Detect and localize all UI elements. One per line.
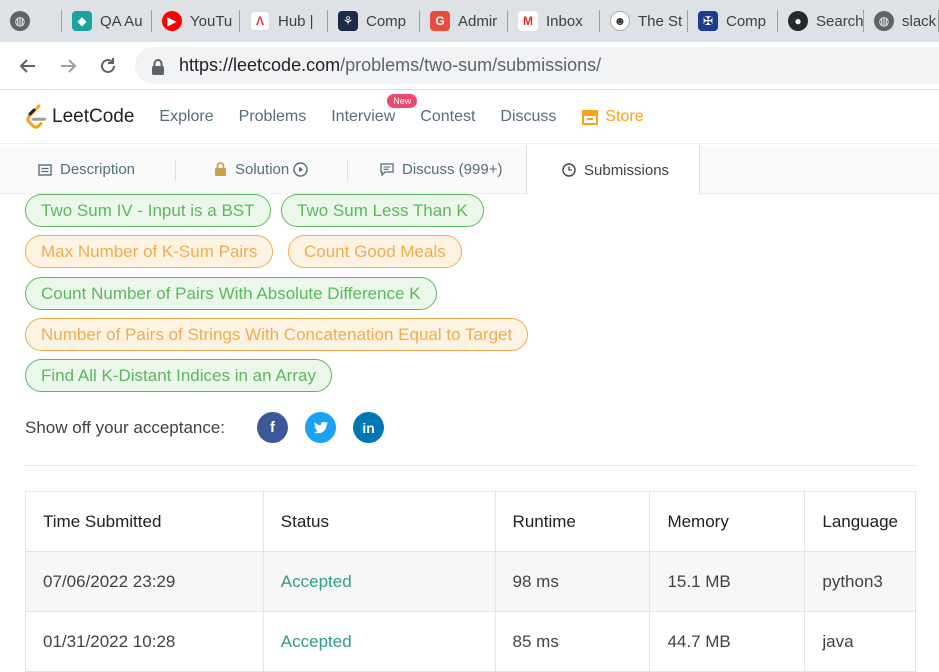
nav-store[interactable]: Store [581,107,644,126]
browser-tab-1[interactable]: ◆ QA Au [62,0,152,42]
similar-problem-chip[interactable]: Count Good Meals [288,235,462,268]
browser-tab-5[interactable]: G Admir [420,0,508,42]
browser-tab-0[interactable]: ◍ [0,0,62,42]
linkedin-icon[interactable]: in [353,412,385,443]
comment-icon [380,163,394,176]
status-cell[interactable]: Accepted [262,611,496,672]
tab-solution-label: Solution [235,161,290,178]
similar-problem-chip[interactable]: Number of Pairs of Strings With Concaten… [25,318,529,351]
gmail-icon: M [518,11,538,31]
twitter-icon[interactable] [305,412,337,443]
time-submitted-cell: 07/06/2022 23:29 [25,551,264,612]
lock-icon [151,58,165,75]
table-row: 01/31/2022 10:28 Accepted 85 ms 44.7 MB … [25,611,916,672]
play-circle-icon [293,162,308,177]
nav-explore[interactable]: Explore [159,108,213,126]
tab-description[interactable]: Description [38,145,135,194]
tab-discuss-label: Discuss (999+) [402,161,503,178]
browser-tab-6[interactable]: M Inbox [508,0,600,42]
clock-icon [562,163,576,177]
col-runtime[interactable]: Runtime [494,491,651,552]
col-language[interactable]: Language [804,491,916,552]
similar-problem-chip[interactable]: Count Number of Pairs With Absolute Diff… [25,277,437,310]
browser-tab-10[interactable]: ◍ slack [864,0,939,42]
browser-tab-9[interactable]: ● Search [778,0,864,42]
site-nav: LeetCode Explore Problems Interview New C… [0,90,939,144]
tab-divider [347,159,348,181]
github-icon: ● [788,11,808,31]
back-icon[interactable] [14,52,42,80]
nav-discuss[interactable]: Discuss [500,108,556,126]
nav-problems[interactable]: Problems [239,108,307,126]
hub-icon: Λ [250,11,270,31]
share-label: Show off your acceptance: [25,417,226,437]
submissions-table: Time Submitted Status Runtime Memory Lan… [25,491,916,672]
runtime-cell: 98 ms [494,551,651,612]
lock-icon [214,162,227,177]
nav-contest[interactable]: Contest [420,108,475,126]
col-status[interactable]: Status [262,491,496,552]
divider [25,465,916,466]
memory-cell: 15.1 MB [649,551,806,612]
description-icon [38,163,52,176]
tab-discuss[interactable]: Discuss (999+) [380,145,502,194]
youtube-icon: ▶ [162,11,182,31]
reload-icon[interactable] [94,52,122,80]
tab-description-label: Description [60,161,136,178]
table-header-row: Time Submitted Status Runtime Memory Lan… [25,491,916,552]
browser-tab-7[interactable]: ☻ The St [600,0,688,42]
browser-tab-strip: ◍ ◆ QA Au ▶ YouTu Λ Hub | ⚘ Comp G Admir… [0,0,939,42]
globe-icon: ◍ [874,11,894,31]
browser-tab-4[interactable]: ⚘ Comp [328,0,420,42]
similar-problem-chip[interactable]: Max Number of K-Sum Pairs [25,235,274,268]
store-label: Store [605,107,644,125]
status-cell[interactable]: Accepted [262,551,496,612]
logo-text: LeetCode [52,105,135,127]
col-time-submitted[interactable]: Time Submitted [25,491,264,552]
store-icon [582,109,599,125]
admin-icon: G [430,11,450,31]
similar-problem-chip[interactable]: Two Sum IV - Input is a BST [25,194,271,227]
forward-icon[interactable] [54,52,82,80]
tab-solution[interactable]: Solution [214,145,308,194]
globe-icon: ◍ [10,11,30,31]
leetcode-logo[interactable]: LeetCode [25,104,134,130]
crest-icon: ✠ [698,11,718,31]
tab-submissions-label: Submissions [584,161,670,179]
memory-cell: 44.7 MB [649,611,806,672]
nav-interview-label: Interview [331,107,396,125]
share-section: Show off your acceptance: f in [25,412,401,443]
browser-tab-8[interactable]: ✠ Comp [688,0,778,42]
language-cell: java [804,611,916,672]
time-submitted-cell: 01/31/2022 10:28 [25,611,264,672]
qa-icon: ◆ [72,11,92,31]
browser-tab-2[interactable]: ▶ YouTu [152,0,240,42]
tab-divider [175,159,176,181]
similar-problem-chip[interactable]: Two Sum Less Than K [281,194,484,227]
facebook-icon[interactable]: f [257,412,289,443]
tab-submissions[interactable]: Submissions [526,145,700,195]
panda-icon: ☻ [610,11,630,31]
url-text: https://leetcode.com/problems/two-sum/su… [179,55,602,75]
similar-problem-chip[interactable]: Find All K-Distant Indices in an Array [25,359,332,392]
address-bar[interactable]: https://leetcode.com/problems/two-sum/su… [135,47,939,84]
nav-interview[interactable]: Interview New [331,93,418,126]
table-row: 07/06/2022 23:29 Accepted 98 ms 15.1 MB … [25,551,916,612]
leetcode-logo-icon [26,104,46,129]
new-badge: New [387,93,418,108]
language-cell: python3 [804,551,916,612]
company-icon: ⚘ [338,11,358,31]
browser-toolbar: https://leetcode.com/problems/two-sum/su… [0,42,939,90]
problem-tabs: Description Solution Discuss (999+) Subm… [0,145,939,195]
col-memory[interactable]: Memory [649,491,806,552]
runtime-cell: 85 ms [494,611,651,672]
browser-tab-3[interactable]: Λ Hub | [240,0,328,42]
submissions-panel: Two Sum IV - Input is a BST Two Sum Less… [0,194,939,672]
